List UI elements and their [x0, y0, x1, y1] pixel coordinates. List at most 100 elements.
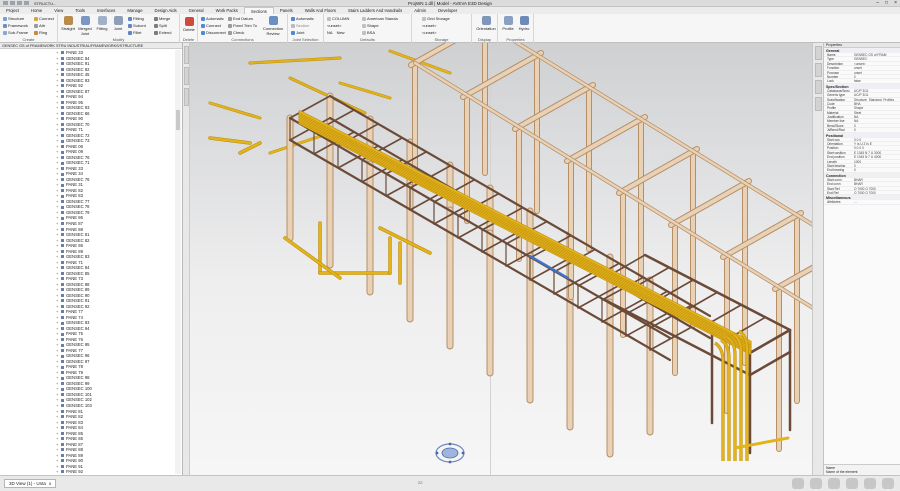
property-value[interactable]: 0 [854, 128, 900, 131]
view-tab[interactable]: 3D View (1) - Unta x [4, 479, 57, 488]
property-value[interactable]: BHA [854, 102, 900, 105]
tab-walls-and-floors[interactable]: Walls And Floors [299, 7, 342, 14]
property-value[interactable]: E 1345 N 7 U 3000 [854, 151, 900, 154]
structure-model[interactable] [190, 43, 812, 475]
joint-joint-button[interactable]: Joint [291, 30, 304, 35]
property-value[interactable]: 0.0 0 0 [854, 146, 900, 149]
side-tab-draw-list[interactable] [183, 67, 189, 85]
explorer-scrollbar[interactable] [175, 50, 181, 474]
property-value[interactable]: Q 7000 Q 7000 [854, 191, 900, 194]
fullscreen-icon[interactable] [882, 478, 894, 489]
property-value[interactable]: Structure_Standard_Profiles [854, 98, 900, 101]
tab-manage[interactable]: Manage [121, 7, 148, 14]
joint-section-button[interactable]: Section [291, 23, 309, 28]
tab-stairs-ladders-and-handrails[interactable]: Stairs Ladders And Handrails [342, 7, 408, 14]
maximize-icon[interactable]: □ [885, 0, 888, 6]
storage-select-1[interactable]: <unset> [422, 23, 436, 28]
property-value[interactable]: <unset> [854, 62, 900, 65]
fitting-big-button[interactable]: Fitting [94, 16, 110, 31]
fixed-trim-button[interactable]: Fixed Trim To [228, 23, 257, 28]
default-spec-select[interactable]: <unset> [327, 23, 341, 28]
joint-automatic-button[interactable]: Automatic [291, 16, 314, 21]
property-value[interactable]: 0 [854, 168, 900, 171]
hydro-button[interactable]: Hydro [516, 16, 532, 31]
storage-select-2[interactable]: <unset> [422, 30, 436, 35]
property-value[interactable]: 1000 [854, 160, 900, 163]
minimize-icon[interactable]: – [876, 0, 879, 6]
automatic-button[interactable]: Automatic [201, 16, 224, 21]
side-tab-attributes[interactable] [814, 63, 822, 77]
side-tab-commands[interactable] [814, 80, 822, 94]
expand-icon[interactable]: + [56, 469, 59, 474]
default-bsa-select[interactable]: BSA [362, 30, 375, 35]
property-value[interactable]: BHAR [854, 178, 900, 181]
tab-view[interactable]: View [48, 7, 69, 14]
end-datum-button[interactable]: End Datum [228, 16, 253, 21]
view-tab-close-icon[interactable]: x [49, 481, 51, 486]
orientation-button[interactable]: Orientation [475, 16, 497, 31]
disconnect-button[interactable]: Disconnect [201, 30, 226, 35]
property-row[interactable]: Attributes... [824, 200, 900, 205]
property-value[interactable]: Y Is U Z Is E [854, 142, 900, 145]
default-shape-select[interactable]: Shape [362, 23, 379, 28]
tab-design-aids[interactable]: Design Aids [149, 7, 183, 14]
3d-viewport[interactable] [190, 43, 812, 475]
delete-button[interactable]: Delete [181, 17, 197, 32]
captions-icon[interactable] [828, 478, 840, 489]
tab-admin[interactable]: Admin [408, 7, 432, 14]
property-value[interactable]: Shape [854, 106, 900, 109]
play-icon[interactable] [792, 478, 804, 489]
extend-button[interactable]: Extend [154, 30, 171, 35]
side-tab-search[interactable] [183, 88, 189, 106]
fillet-button[interactable]: Fillet [128, 30, 141, 35]
subord-button[interactable]: Subord [128, 23, 146, 28]
tab-tools[interactable]: Tools [69, 7, 91, 14]
property-value[interactable]: E 1345 N 7 U 4000 [854, 155, 900, 158]
property-value[interactable]: ... [854, 200, 900, 203]
property-value[interactable]: UC/P 3/11 [854, 89, 900, 92]
close-icon[interactable]: × [894, 0, 897, 6]
fitting-button[interactable]: Fitting [128, 16, 144, 21]
ring-button[interactable]: Ring [34, 30, 47, 35]
sub-frame-button[interactable]: Sub-Frame [3, 30, 28, 35]
profile-button[interactable]: Profile [500, 16, 516, 31]
scrollbar-thumb[interactable] [176, 110, 180, 130]
property-value[interactable]: GENSEC GS of FRAM [854, 53, 900, 56]
download-icon[interactable] [864, 478, 876, 489]
framework-button[interactable]: Framework [3, 23, 28, 28]
tab-project[interactable]: Project [0, 7, 25, 14]
property-value[interactable]: 0 [854, 124, 900, 127]
property-value[interactable]: Q 7000 Q 7000 [854, 187, 900, 190]
joint-button[interactable]: Joint [110, 16, 126, 31]
connection-review-button[interactable]: Connection Review [262, 16, 284, 36]
grid-storage-select[interactable]: Grid Storage [422, 16, 450, 21]
side-tab-history[interactable] [814, 97, 822, 111]
structure-button[interactable]: Structure [3, 16, 24, 21]
tab-home[interactable]: Home [25, 7, 48, 14]
tab-interfaces[interactable]: Interfaces [91, 7, 121, 14]
tab-developer[interactable]: Developer [432, 7, 463, 14]
property-value[interactable]: GENSEC [854, 57, 900, 60]
share-icon[interactable] [846, 478, 858, 489]
split-button[interactable]: Split [154, 23, 167, 28]
tab-panels[interactable]: Panels [274, 7, 299, 14]
check-button[interactable]: Check [228, 30, 244, 35]
merged-joint-button[interactable]: Merged Joint [77, 16, 93, 36]
property-value[interactable]: NA [854, 115, 900, 118]
tab-work-packs[interactable]: Work Packs [210, 7, 244, 14]
connect-button[interactable]: Connect [34, 16, 54, 21]
property-value[interactable]: unset [854, 71, 900, 74]
tab-general[interactable]: General [183, 7, 210, 14]
default-na-select[interactable]: NA New [327, 30, 345, 35]
back-icon[interactable] [810, 478, 822, 489]
property-value[interactable]: Steel [854, 111, 900, 114]
property-value[interactable]: 0 0 0 [854, 138, 900, 141]
default-type-select[interactable]: COLUMN [327, 16, 349, 21]
side-tab-explorer[interactable] [183, 46, 189, 64]
connect-conn-button[interactable]: Connect [201, 23, 221, 28]
default-standard-select[interactable]: American Standa [362, 16, 398, 21]
view-cube-icon[interactable] [435, 442, 465, 464]
attr-button[interactable]: Attr [34, 23, 45, 28]
property-value[interactable]: NA [854, 119, 900, 122]
tab-sections[interactable]: Sections [243, 7, 274, 14]
